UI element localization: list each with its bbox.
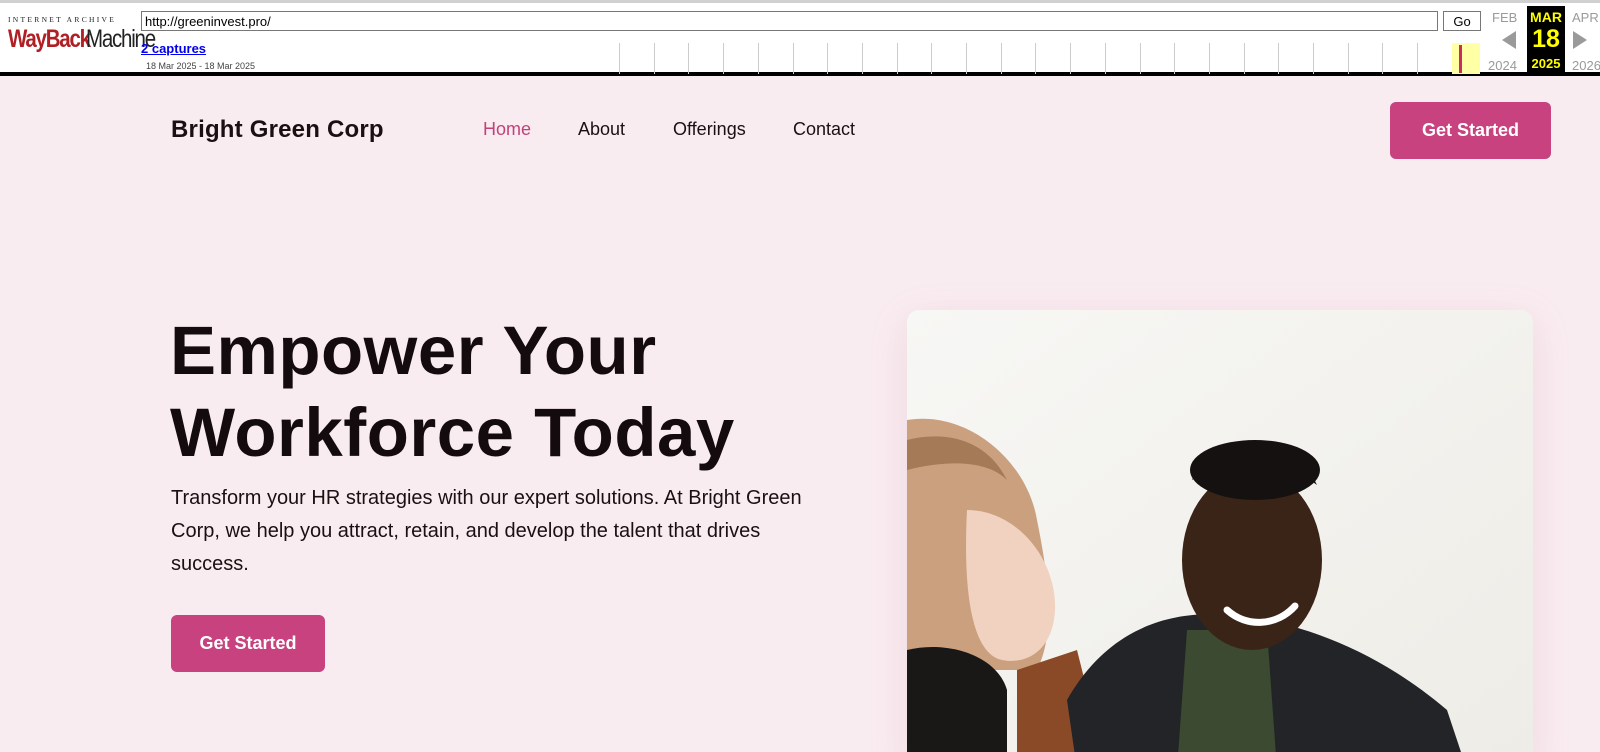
nav-contact[interactable]: Contact bbox=[793, 119, 855, 140]
wayback-go-button[interactable]: Go bbox=[1443, 11, 1481, 31]
nav-home[interactable]: Home bbox=[483, 119, 531, 140]
wayback-next-year[interactable]: 2026 bbox=[1572, 58, 1600, 73]
wayback-sparkline-tick bbox=[1208, 43, 1210, 74]
wayback-sparkline-tick bbox=[1139, 43, 1141, 74]
hero-title: Empower Your Workforce Today bbox=[170, 312, 735, 471]
wayback-date-range: 18 Mar 2025 - 18 Mar 2025 bbox=[146, 61, 256, 71]
wayback-capture-marker[interactable] bbox=[1459, 45, 1462, 73]
wayback-sparkline-tick bbox=[1347, 43, 1349, 74]
nav-offerings[interactable]: Offerings bbox=[673, 119, 746, 140]
wayback-sparkline-tick bbox=[1104, 43, 1106, 74]
wayback-sparkline-tick bbox=[688, 43, 690, 74]
wayback-sparkline-tick bbox=[1174, 43, 1176, 74]
wayback-next-month[interactable]: APR bbox=[1572, 10, 1599, 25]
nav-about[interactable]: About bbox=[578, 119, 625, 140]
header-get-started-button[interactable]: Get Started bbox=[1390, 102, 1551, 159]
wayback-capture-sparkline[interactable] bbox=[619, 43, 1451, 74]
wayback-current-day: 18 bbox=[1532, 25, 1560, 53]
wayback-sparkline-tick bbox=[896, 43, 898, 74]
wayback-toolbar-inner: INTERNET ARCHIVE WayBackMachine Go 2 cap… bbox=[0, 0, 1600, 75]
wayback-sparkline-tick bbox=[1417, 43, 1419, 74]
hero-get-started-button[interactable]: Get Started bbox=[171, 615, 325, 672]
wayback-sparkline-tick bbox=[792, 43, 794, 74]
wayback-url-input[interactable] bbox=[141, 11, 1438, 31]
wayback-sparkline-tick bbox=[1382, 43, 1384, 74]
hero-image bbox=[907, 310, 1533, 752]
wayback-prev-month[interactable]: FEB bbox=[1492, 10, 1517, 25]
wayback-sparkline-tick bbox=[827, 43, 829, 74]
wayback-logo[interactable]: INTERNET ARCHIVE WayBackMachine bbox=[8, 15, 156, 61]
wayback-captures-link[interactable]: 2 captures bbox=[141, 41, 206, 56]
wayback-current-date: MAR 18 2025 bbox=[1527, 6, 1565, 75]
wayback-sparkline-tick bbox=[757, 43, 759, 74]
wayback-sparkline-tick bbox=[1070, 43, 1072, 74]
wayback-logo-main: WayBackMachine bbox=[8, 25, 156, 54]
wayback-logo-way: WayBack bbox=[8, 25, 91, 53]
wayback-sparkline-tick bbox=[966, 43, 967, 74]
wayback-next-arrow-icon[interactable] bbox=[1573, 31, 1587, 49]
wayback-sparkline-tick bbox=[931, 43, 933, 74]
wayback-current-month-highlight bbox=[1452, 43, 1480, 74]
wayback-sparkline-tick bbox=[1278, 43, 1280, 74]
brand-logo[interactable]: Bright Green Corp bbox=[171, 116, 384, 144]
wayback-sparkline-tick bbox=[1035, 43, 1037, 74]
wayback-sparkline-tick bbox=[1243, 43, 1245, 74]
wayback-sparkline-tick bbox=[653, 43, 655, 74]
wayback-prev-year[interactable]: 2024 bbox=[1488, 58, 1517, 73]
wayback-sparkline-tick bbox=[619, 43, 620, 74]
hero-description: Transform your HR strategies with our ex… bbox=[171, 487, 802, 575]
wayback-sparkline-tick bbox=[1313, 43, 1314, 74]
wayback-current-year: 2025 bbox=[1531, 56, 1561, 71]
wayback-sparkline-tick bbox=[861, 43, 863, 74]
wayback-sparkline-tick bbox=[723, 43, 725, 74]
wayback-toolbar: INTERNET ARCHIVE WayBackMachine Go 2 cap… bbox=[0, 0, 1600, 76]
wayback-current-month: MAR bbox=[1530, 9, 1562, 25]
wayback-sparkline-tick bbox=[1000, 43, 1002, 74]
hero-photo-illustration bbox=[907, 310, 1533, 752]
wayback-logo-top-text: INTERNET ARCHIVE bbox=[8, 15, 117, 24]
wayback-prev-arrow-icon[interactable] bbox=[1502, 31, 1516, 49]
